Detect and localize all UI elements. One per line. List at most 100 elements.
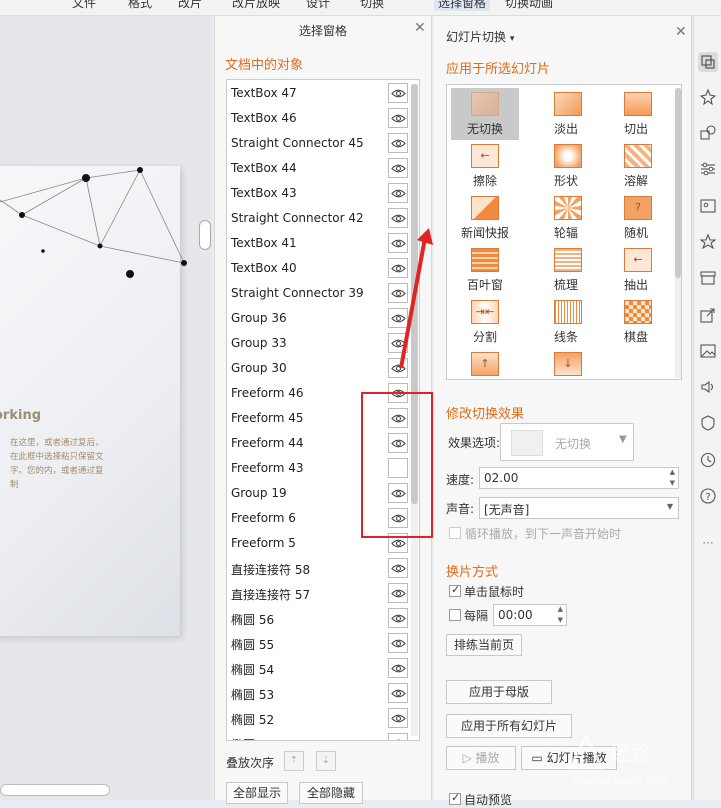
transition-option[interactable]: 棋盘 — [607, 296, 665, 348]
toolbar-item[interactable]: 改片 — [178, 0, 202, 11]
hide-all-button[interactable]: 全部隐藏 — [299, 782, 363, 804]
object-row[interactable]: TextBox 41 — [227, 231, 419, 256]
transition-option[interactable]: 轮辐 — [537, 192, 595, 244]
on-click-checkbox[interactable]: ✓ — [449, 583, 461, 597]
help-icon[interactable]: ? — [698, 486, 718, 506]
object-row[interactable]: TextBox 47 — [227, 81, 419, 106]
eye-icon[interactable] — [388, 583, 408, 603]
transition-option[interactable]: 线条 — [537, 296, 595, 348]
canvas-horizontal-scrollbar[interactable] — [0, 784, 110, 796]
speed-spinner[interactable]: 02.00 ▲ ▼ — [479, 467, 679, 489]
transition-option[interactable]: ← 抽出 — [607, 244, 665, 296]
eye-icon[interactable] — [388, 108, 408, 128]
eye-icon[interactable] — [388, 183, 408, 203]
eye-icon[interactable] — [388, 133, 408, 153]
share-icon[interactable] — [698, 305, 718, 325]
selection-pane-icon[interactable] — [698, 52, 718, 72]
transition-option[interactable]: 形状 — [537, 140, 595, 192]
eye-icon[interactable] — [388, 608, 408, 628]
object-row[interactable]: 直接连接符 57 — [227, 581, 419, 606]
transition-option[interactable]: 梳理 — [537, 244, 595, 296]
archive-icon[interactable] — [698, 268, 718, 288]
rehearse-button[interactable]: 排练当前页 — [446, 634, 522, 656]
toolbar-item[interactable]: 改片放映 — [232, 0, 280, 11]
object-row[interactable]: 椭圆 52 — [227, 706, 419, 731]
object-row[interactable]: 椭圆 53 — [227, 681, 419, 706]
object-row[interactable]: 椭圆 56 — [227, 606, 419, 631]
eye-icon[interactable] — [388, 708, 408, 728]
sound-dropdown[interactable]: [无声音] ▼ — [479, 497, 679, 519]
object-row[interactable]: 椭圆 51 — [227, 731, 419, 740]
star-icon[interactable] — [698, 232, 718, 252]
object-row[interactable]: TextBox 44 — [227, 156, 419, 181]
apply-to-all-button[interactable]: 应用于所有幻灯片 — [446, 714, 572, 738]
object-row[interactable]: TextBox 43 — [227, 181, 419, 206]
shield-icon[interactable] — [698, 413, 718, 433]
play-button[interactable]: ▷ 播放 — [446, 746, 516, 770]
object-row[interactable]: TextBox 40 — [227, 256, 419, 281]
animation-icon[interactable] — [698, 87, 718, 107]
more-icon[interactable]: ··· — [698, 536, 718, 556]
transition-option[interactable]: ↓ — [537, 348, 595, 379]
auto-preview-checkbox[interactable]: ✓ — [449, 791, 461, 805]
object-row[interactable]: Straight Connector 42 — [227, 206, 419, 231]
eye-icon[interactable] — [388, 733, 408, 740]
toolbar-item[interactable]: 文件 — [72, 0, 96, 11]
slide-canvas[interactable]: orking 在这里，或者通过复后，在此框中选择粘只保留文字。您的内，或者通过复… — [0, 16, 212, 800]
eye-icon[interactable] — [388, 83, 408, 103]
toolbar-item[interactable]: 格式 — [128, 0, 152, 11]
toolbar-item-selection-pane[interactable]: 选择窗格 — [434, 0, 491, 11]
transition-option[interactable]: 新闻快报 — [451, 192, 519, 244]
every-time-spinner[interactable]: 00:00 ▲ ▼ — [493, 604, 567, 626]
transition-option[interactable]: ⇥⇤ 分割 — [451, 296, 519, 348]
toolbar-item[interactable]: 设计 — [306, 0, 330, 11]
transition-option[interactable]: ← 擦除 — [451, 140, 519, 192]
selection-pane-close-icon[interactable]: ✕ — [414, 20, 426, 36]
object-row[interactable]: 椭圆 54 — [227, 656, 419, 681]
shapes-icon[interactable] — [698, 123, 718, 143]
eye-icon[interactable] — [388, 633, 408, 653]
transition-option[interactable]: 百叶窗 — [451, 244, 519, 296]
apply-to-master-button[interactable]: 应用于母版 — [446, 680, 552, 704]
picture-frame-icon[interactable] — [698, 196, 718, 216]
object-row[interactable]: Straight Connector 45 — [227, 131, 419, 156]
toolbar-item[interactable]: 切换 — [360, 0, 384, 11]
canvas-scroll-handle[interactable] — [199, 220, 211, 250]
transition-preview-icon — [471, 92, 499, 116]
transition-gallery-scrollbar[interactable] — [675, 88, 681, 378]
object-row[interactable]: 直接连接符 58 — [227, 556, 419, 581]
object-row[interactable]: Group 36 — [227, 306, 419, 331]
transition-pane-title[interactable]: 幻灯片切换 ▾ — [446, 28, 514, 45]
speaker-icon[interactable] — [698, 377, 718, 397]
spinner-arrows-icon[interactable]: ▲ ▼ — [670, 467, 675, 489]
eye-icon[interactable] — [388, 158, 408, 178]
transition-pane-close-icon[interactable]: ✕ — [675, 24, 687, 40]
object-name: Freeform 6 — [231, 511, 296, 525]
eye-icon[interactable] — [388, 658, 408, 678]
bring-forward-button[interactable]: ⇡ — [284, 751, 304, 771]
transition-option[interactable]: ? 随机 — [607, 192, 665, 244]
object-row[interactable]: Group 33 — [227, 331, 419, 356]
object-row[interactable]: Straight Connector 39 — [227, 281, 419, 306]
transition-option[interactable]: 淡出 — [537, 88, 595, 140]
toolbar-item[interactable]: 切换动画 — [505, 0, 553, 11]
transition-option[interactable]: 切出 — [607, 88, 665, 140]
every-checkbox[interactable] — [449, 609, 461, 621]
spinner-arrows-icon[interactable]: ▲ ▼ — [558, 604, 563, 626]
object-row[interactable]: Group 30 — [227, 356, 419, 381]
object-row[interactable]: 椭圆 55 — [227, 631, 419, 656]
transition-option[interactable]: 溶解 — [607, 140, 665, 192]
history-icon[interactable] — [698, 450, 718, 470]
show-all-button[interactable]: 全部显示 — [226, 782, 288, 804]
image-icon[interactable] — [698, 341, 718, 361]
object-name: Freeform 5 — [231, 536, 296, 550]
eye-icon[interactable] — [388, 558, 408, 578]
settings-sliders-icon[interactable] — [698, 159, 718, 179]
object-row[interactable]: TextBox 46 — [227, 106, 419, 131]
send-backward-button[interactable]: ⇣ — [316, 751, 336, 771]
transition-option[interactable]: 无切换 — [451, 88, 519, 140]
effect-options-dropdown[interactable]: 无切换 ▼ — [500, 423, 634, 461]
loop-sound-checkbox[interactable] — [449, 527, 461, 539]
eye-icon[interactable] — [388, 683, 408, 703]
transition-option[interactable]: ↑ — [451, 348, 519, 379]
